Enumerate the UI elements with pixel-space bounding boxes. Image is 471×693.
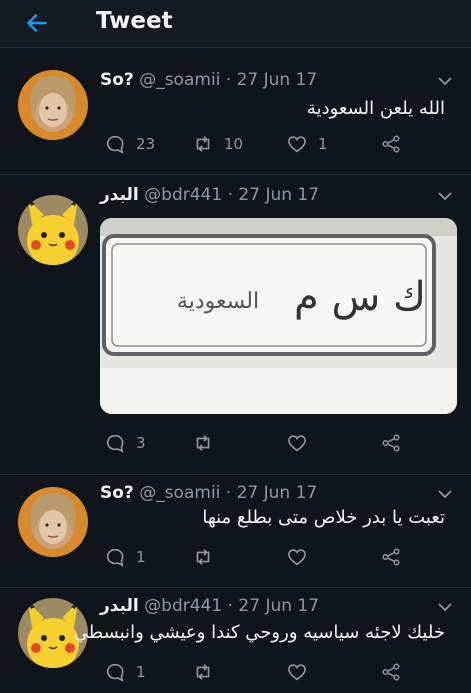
share-button[interactable]	[380, 132, 402, 156]
avatar[interactable]	[18, 70, 88, 140]
chevron-down-icon[interactable]	[437, 489, 453, 499]
timestamp: · 27 Jun 17	[227, 596, 320, 616]
display-name[interactable]: البدر	[100, 185, 139, 205]
share-icon	[382, 434, 400, 452]
tweet-actions: 1	[100, 545, 420, 569]
reply-icon	[106, 663, 124, 682]
handle[interactable]: @_soamii	[139, 70, 220, 90]
share-icon	[382, 663, 400, 681]
handle[interactable]: @bdr441	[144, 596, 222, 616]
retweet-icon	[196, 435, 210, 451]
reply-icon	[106, 135, 124, 154]
avatar[interactable]	[18, 195, 88, 265]
chevron-down-icon[interactable]	[437, 76, 453, 86]
display-name[interactable]: So?	[100, 70, 134, 90]
tweet-actions: 3	[100, 431, 420, 455]
plate-letters: ك س م	[294, 274, 426, 320]
retweet-icon	[196, 136, 210, 152]
tweet-author-line: So? @_soamii · 27 Jun 17	[100, 70, 317, 90]
heart-icon	[288, 435, 306, 452]
reply-count: 3	[136, 434, 146, 452]
retweet-icon	[196, 664, 210, 680]
display-name[interactable]: البدر	[100, 596, 139, 616]
reply-icon	[106, 548, 124, 567]
timestamp: · 27 Jun 17	[225, 483, 318, 503]
handle[interactable]: @_soamii	[139, 483, 220, 503]
tweet-2[interactable]: البدر @bdr441 · 27 Jun 17 السعودية ك س م…	[0, 175, 471, 475]
heart-icon	[288, 664, 306, 681]
retweet-count: 10	[224, 135, 244, 153]
tweet-author-line: البدر @bdr441 · 27 Jun 17	[100, 185, 319, 205]
display-name[interactable]: So?	[100, 483, 134, 503]
like-button[interactable]: 1	[286, 132, 328, 156]
heart-icon	[288, 549, 306, 566]
like-button[interactable]	[286, 431, 308, 455]
retweet-button[interactable]	[192, 431, 214, 455]
retweet-button[interactable]	[192, 545, 214, 569]
reply-count: 1	[136, 663, 146, 681]
tweet-4[interactable]: البدر @bdr441 · 27 Jun 17 خليك لاجئه سيا…	[0, 588, 471, 693]
top-app-bar: Tweet	[0, 0, 471, 48]
tweet-text: الله يلعن السعودية	[306, 98, 445, 119]
share-button[interactable]	[380, 545, 402, 569]
page-title: Tweet	[96, 8, 173, 34]
tweet-text: خليك لاجئه سياسيه وروحي كندا وعيشي وانبس…	[73, 622, 445, 643]
avatar[interactable]	[18, 487, 88, 557]
retweet-icon	[196, 549, 210, 565]
timestamp: · 27 Jun 17	[227, 185, 320, 205]
chevron-down-icon[interactable]	[437, 602, 453, 612]
like-button[interactable]	[286, 545, 308, 569]
reply-button[interactable]: 1	[104, 660, 146, 684]
reply-count: 23	[136, 135, 156, 153]
reply-icon	[106, 434, 124, 453]
reply-button[interactable]: 1	[104, 545, 146, 569]
chevron-down-icon[interactable]	[437, 191, 453, 201]
share-icon	[382, 548, 400, 566]
share-button[interactable]	[380, 431, 402, 455]
tweet-actions: 23 10 1	[100, 132, 420, 156]
timestamp: · 27 Jun 17	[225, 70, 318, 90]
handle[interactable]: @bdr441	[144, 185, 222, 205]
tweet-1[interactable]: So? @_soamii · 27 Jun 17 الله يلعن السعو…	[0, 48, 471, 175]
retweet-button[interactable]: 10	[192, 132, 243, 156]
tweet-actions: 1	[100, 660, 420, 684]
tweet-3[interactable]: So? @_soamii · 27 Jun 17 تعبت يا بدر خلا…	[0, 475, 471, 588]
like-count: 1	[318, 135, 328, 153]
heart-icon	[288, 136, 306, 153]
tweet-media-image[interactable]: السعودية ك س م	[100, 218, 457, 414]
reply-button[interactable]: 3	[104, 431, 146, 455]
plate-country-label: السعودية	[177, 289, 259, 314]
like-button[interactable]	[286, 660, 308, 684]
tweet-author-line: البدر @bdr441 · 27 Jun 17	[100, 596, 319, 616]
share-button[interactable]	[380, 660, 402, 684]
reply-count: 1	[136, 548, 146, 566]
tweet-text: تعبت يا بدر خلاص متى بطلع منها	[202, 507, 445, 528]
reply-button[interactable]: 23	[104, 132, 155, 156]
arrow-left-icon[interactable]	[24, 10, 50, 36]
share-icon	[382, 135, 400, 153]
tweet-author-line: So? @_soamii · 27 Jun 17	[100, 483, 317, 503]
retweet-button[interactable]	[192, 660, 214, 684]
